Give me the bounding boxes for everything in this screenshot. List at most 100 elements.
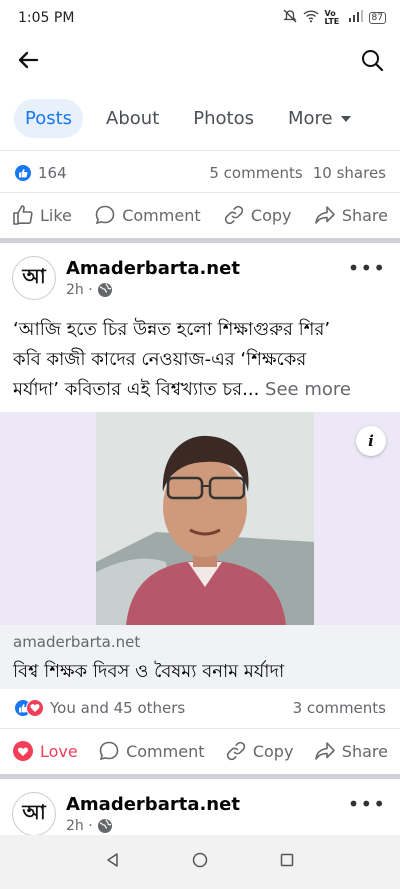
comment-label: Comment [126,741,205,761]
tab-about-label: About [106,107,160,129]
post-separator [0,774,400,779]
battery-icon: 87 [368,12,386,24]
comment-button[interactable]: Comment [94,204,201,226]
comment-icon [95,205,115,225]
post2-reactions-text: You and 45 others [50,699,186,717]
see-more-link[interactable]: See more [265,379,351,400]
like-reaction-icon [14,164,32,182]
tab-more-label: More [288,107,333,129]
like-button[interactable]: Like [12,204,72,226]
page-avatar[interactable]: আ [12,256,56,300]
post2-stats: You and 45 others 3 comments [0,690,400,726]
post2-comments-count[interactable]: 3 comments [293,699,386,717]
post1-reactions[interactable]: 164 [14,164,67,182]
post2-page-info: Amaderbarta.net 2h · [66,258,240,298]
love-reaction-icon [26,699,44,717]
battery-level: 87 [371,13,383,23]
link-icon [226,741,246,761]
circle-home-icon [192,852,208,868]
divider [0,150,400,151]
page-avatar[interactable]: আ [12,792,56,836]
post3-page-name[interactable]: Amaderbarta.net [66,794,240,815]
link-icon [224,205,244,225]
search-button[interactable] [358,46,386,74]
love-heart-icon [13,741,33,761]
tab-posts[interactable]: Posts [14,98,84,138]
globe-icon [97,283,112,297]
like-label: Like [40,205,72,225]
post2-text-line: মর্যাদা’ কবিতার এই বিশ্বখ্যাত চর... See … [13,375,391,405]
post3-more-options-icon[interactable]: ••• [348,792,386,816]
share-arrow-icon [315,206,335,224]
share-arrow-icon [314,742,335,760]
link-domain: amaderbarta.net [13,633,141,651]
globe-icon [97,819,112,833]
comment-icon [99,741,119,761]
square-recents-icon [280,853,293,867]
post2-text-line: ‘আজি হতে চির উন্নত হলো শিক্ষাগুরুর শির’ [13,319,331,340]
post2-more-options-icon[interactable]: ••• [348,256,386,280]
page-tabs: Posts About Photos More [0,92,400,144]
nav-back-button[interactable] [105,852,121,872]
post2-header: আ Amaderbarta.net 2h · ••• [0,248,400,308]
post2-media[interactable]: i [0,412,400,625]
copy-label: Copy [250,205,292,225]
page-logo-text: আ [22,263,46,288]
nav-home-button[interactable] [192,852,208,872]
comment-button[interactable]: Comment [98,740,204,762]
caret-down-icon [340,116,351,122]
copy-label: Copy [252,741,294,761]
search-icon [362,50,384,72]
tab-more[interactable]: More [277,99,362,138]
post1-comments-count[interactable]: 5 comments [209,164,302,182]
post1-stats: 164 5 comments 10 shares [0,155,400,191]
arrow-left-icon [18,51,39,69]
post1-actions: Like Comment Copy Share [0,193,400,237]
post1-counts: 5 comments 10 shares [209,164,386,182]
comment-label: Comment [122,205,201,225]
link-title: বিশ্ব শিক্ষক দিবস ও বৈষম্য বনাম মর্যাদা [13,661,285,682]
post1-shares-count[interactable]: 10 shares [313,164,386,182]
page-logo-text: আ [22,799,46,824]
share-label: Share [341,741,388,761]
love-button[interactable]: Love [12,740,78,762]
share-label: Share [341,205,388,225]
network-type-label: Vo LTE [324,9,340,26]
mute-icon [282,9,297,27]
info-icon[interactable]: i [356,426,386,456]
post2-page-name[interactable]: Amaderbarta.net [66,258,240,279]
status-time: 1:05 PM [18,10,75,26]
top-bar [0,36,400,84]
tab-about[interactable]: About [95,99,170,138]
status-icons: Vo LTE 87 [282,9,386,27]
signal-icon [348,10,363,26]
tab-posts-label: Posts [25,107,73,129]
tab-photos-label: Photos [193,107,254,129]
back-button[interactable] [14,46,42,74]
nav-recents-button[interactable] [279,852,295,872]
post-separator [0,238,400,243]
triangle-back-icon [107,853,119,867]
post2-text-line: কবি কাজী কাদের নেওয়াজ-এর ‘শিক্ষকের [13,349,307,370]
post2-link-preview[interactable]: amaderbarta.net বিশ্ব শিক্ষক দিবস ও বৈষম… [0,625,400,689]
post3-meta: 2h · [66,818,240,834]
post1-likes-count: 164 [38,164,67,182]
post2-text: ‘আজি হতে চির উন্নত হলো শিক্ষাগুরুর শির’ … [13,315,391,405]
post2-time[interactable]: 2h · [66,282,93,298]
copy-button[interactable]: Copy [225,740,294,762]
post2-reactions[interactable]: You and 45 others [14,699,185,717]
share-button[interactable]: Share [314,740,388,762]
post2-text-fragment: মর্যাদা’ কবিতার এই বিশ্বখ্যাত চর... [13,379,260,400]
love-label: Love [40,741,78,761]
person-portrait-image [96,412,314,625]
tab-photos[interactable]: Photos [182,99,265,138]
post2-meta: 2h · [66,282,240,298]
share-button[interactable]: Share [314,204,388,226]
post3-time[interactable]: 2h · [66,818,93,834]
copy-button[interactable]: Copy [223,204,292,226]
wifi-icon [303,9,319,27]
post2-photo[interactable] [96,412,314,625]
system-nav-bar [0,835,400,889]
reaction-icons [14,699,44,717]
post2-actions: Love Comment Copy Share [0,729,400,773]
